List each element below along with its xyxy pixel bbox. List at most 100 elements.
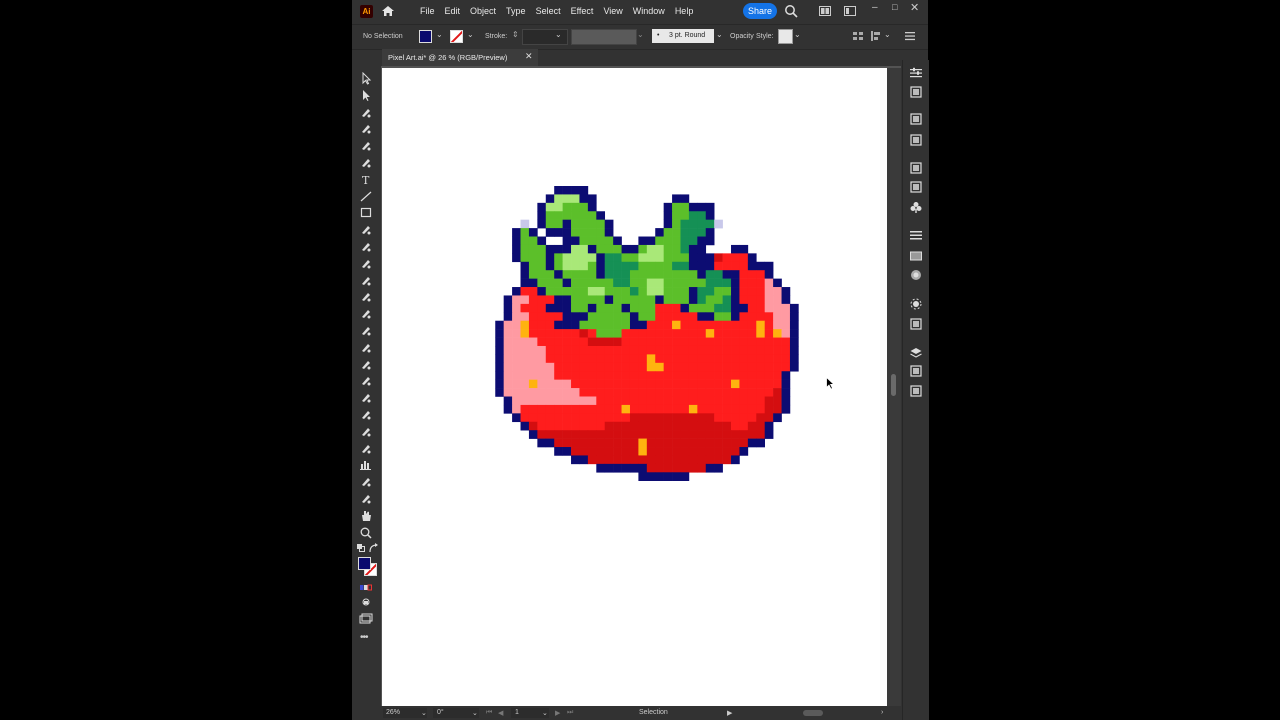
column-graph-tool-icon[interactable] xyxy=(359,458,373,471)
fill-swatch[interactable] xyxy=(358,557,371,570)
eyedropper-tool-icon[interactable] xyxy=(359,408,373,421)
export-icon[interactable] xyxy=(910,365,922,377)
chevron-down-icon[interactable]: ⌄ xyxy=(436,30,443,39)
stroke-label[interactable]: Stroke: xyxy=(485,33,507,40)
type-tool-icon[interactable]: T xyxy=(359,173,373,186)
menu-type[interactable]: Type xyxy=(501,0,531,22)
gradient-icon[interactable] xyxy=(910,250,922,262)
status-menu-arrow-icon[interactable]: ▶ xyxy=(727,709,732,717)
home-icon[interactable] xyxy=(381,5,395,17)
close-tab-icon[interactable]: ✕ xyxy=(525,51,533,62)
lasso-tool-icon[interactable] xyxy=(359,122,373,135)
mesh-tool-icon[interactable] xyxy=(359,374,373,387)
previous-artboard-icon[interactable]: ◀ xyxy=(498,709,503,717)
minimize-button[interactable]: – xyxy=(872,2,882,16)
rotate-tool-icon[interactable] xyxy=(359,274,373,287)
chevron-down-icon[interactable]: ⌄ xyxy=(467,30,474,39)
brush-definition[interactable]: • 3 pt. Round xyxy=(652,29,714,43)
scroll-right-icon[interactable]: › xyxy=(881,709,883,716)
graphic-styles-icon[interactable] xyxy=(910,318,922,330)
variable-width-profile[interactable] xyxy=(571,29,637,45)
properties-icon[interactable] xyxy=(910,67,922,79)
layers-icon[interactable] xyxy=(910,347,922,359)
chevron-down-icon[interactable]: ⌄ xyxy=(637,30,644,39)
document-tab[interactable]: Pixel Art.ai* @ 26 % (RGB/Preview) ✕ xyxy=(382,49,538,66)
stroke-weight-stepper[interactable]: ⇕ xyxy=(512,30,519,39)
chevron-down-icon[interactable]: ⌄ xyxy=(472,709,478,717)
line-segment-tool-icon[interactable] xyxy=(359,190,373,203)
screen-mode-icon[interactable] xyxy=(359,613,373,626)
arrange-icon[interactable] xyxy=(871,31,881,41)
artboard[interactable] xyxy=(382,68,887,706)
color-icon[interactable] xyxy=(910,134,922,146)
curvature-tool-icon[interactable] xyxy=(359,156,373,169)
chevron-down-icon[interactable]: ⌄ xyxy=(542,709,548,717)
hamburger-menu-icon[interactable] xyxy=(905,31,915,41)
share-button[interactable]: Share xyxy=(743,3,777,19)
swap-fill-stroke-icon[interactable] xyxy=(368,543,382,556)
menu-file[interactable]: File xyxy=(415,0,440,22)
pen-tool-icon[interactable] xyxy=(359,139,373,152)
chevron-down-icon[interactable]: ⌄ xyxy=(884,30,891,39)
chevron-down-icon[interactable]: ⌄ xyxy=(716,30,723,39)
scrollbar-thumb[interactable] xyxy=(891,374,896,396)
menu-select[interactable]: Select xyxy=(531,0,566,22)
stroke-color-swatch[interactable] xyxy=(450,30,463,43)
swatches-icon[interactable] xyxy=(910,162,922,174)
selection-tool-icon[interactable] xyxy=(359,72,373,85)
menu-help[interactable]: Help xyxy=(670,0,699,22)
brushes-icon[interactable] xyxy=(910,181,922,193)
blend-tool-icon[interactable] xyxy=(359,425,373,438)
hand-tool-icon[interactable] xyxy=(359,509,373,522)
more-tools-icon[interactable]: ••• xyxy=(360,632,368,643)
menu-effect[interactable]: Effect xyxy=(566,0,599,22)
workspace-switcher-icon[interactable] xyxy=(844,6,856,16)
warp-tool-icon[interactable] xyxy=(359,307,373,320)
opacity-link[interactable]: Opacity xyxy=(730,33,754,40)
eraser-tool-icon[interactable] xyxy=(359,257,373,270)
chevron-down-icon[interactable]: ⌄ xyxy=(555,30,562,39)
scale-tool-icon[interactable] xyxy=(359,290,373,303)
last-artboard-icon[interactable]: ⏭ xyxy=(567,709,573,717)
libraries-icon[interactable] xyxy=(910,86,922,98)
color-mode-icon[interactable] xyxy=(359,581,373,594)
first-artboard-icon[interactable]: ⏮ xyxy=(486,709,492,717)
fill-color-swatch[interactable] xyxy=(419,30,432,43)
menu-object[interactable]: Object xyxy=(465,0,501,22)
horizontal-scrollbar-thumb[interactable] xyxy=(803,710,823,716)
maximize-button[interactable]: □ xyxy=(892,2,902,16)
perspective-grid-tool-icon[interactable] xyxy=(359,358,373,371)
transparency-icon[interactable] xyxy=(910,269,922,281)
artboard-tool-icon[interactable] xyxy=(359,475,373,488)
next-artboard-icon[interactable]: ▶ xyxy=(555,709,560,717)
direct-selection-tool-icon[interactable] xyxy=(359,89,373,102)
menu-edit[interactable]: Edit xyxy=(440,0,466,22)
magic-wand-tool-icon[interactable] xyxy=(359,106,373,119)
menu-view[interactable]: View xyxy=(598,0,627,22)
search-icon[interactable] xyxy=(784,4,798,18)
stroke-icon[interactable] xyxy=(910,229,922,241)
zoom-tool-icon[interactable] xyxy=(359,526,373,539)
gradient-tool-icon[interactable] xyxy=(359,391,373,404)
graphic-style-swatch[interactable] xyxy=(778,29,793,44)
symbol-sprayer-tool-icon[interactable] xyxy=(359,442,373,455)
vertical-scrollbar[interactable] xyxy=(887,68,901,706)
pixel xyxy=(562,388,572,397)
appearance-icon[interactable] xyxy=(910,298,922,310)
close-button[interactable]: ✕ xyxy=(910,1,920,15)
shaper-tool-icon[interactable] xyxy=(359,240,373,253)
rectangle-tool-icon[interactable] xyxy=(359,206,373,219)
draw-mode-icon[interactable] xyxy=(359,596,373,609)
symbols-icon[interactable] xyxy=(910,201,922,213)
paintbrush-tool-icon[interactable] xyxy=(359,223,373,236)
chevron-down-icon[interactable]: ⌄ xyxy=(794,30,801,39)
arrange-documents-icon[interactable] xyxy=(819,6,831,16)
shape-builder-tool-icon[interactable] xyxy=(359,341,373,354)
slice-tool-icon[interactable] xyxy=(359,492,373,505)
transform-icon[interactable] xyxy=(910,385,922,397)
color-guide-icon[interactable] xyxy=(910,113,922,125)
free-transform-tool-icon[interactable] xyxy=(359,324,373,337)
menu-window[interactable]: Window xyxy=(628,0,670,22)
align-icon[interactable] xyxy=(853,31,863,41)
chevron-down-icon[interactable]: ⌄ xyxy=(421,709,427,717)
